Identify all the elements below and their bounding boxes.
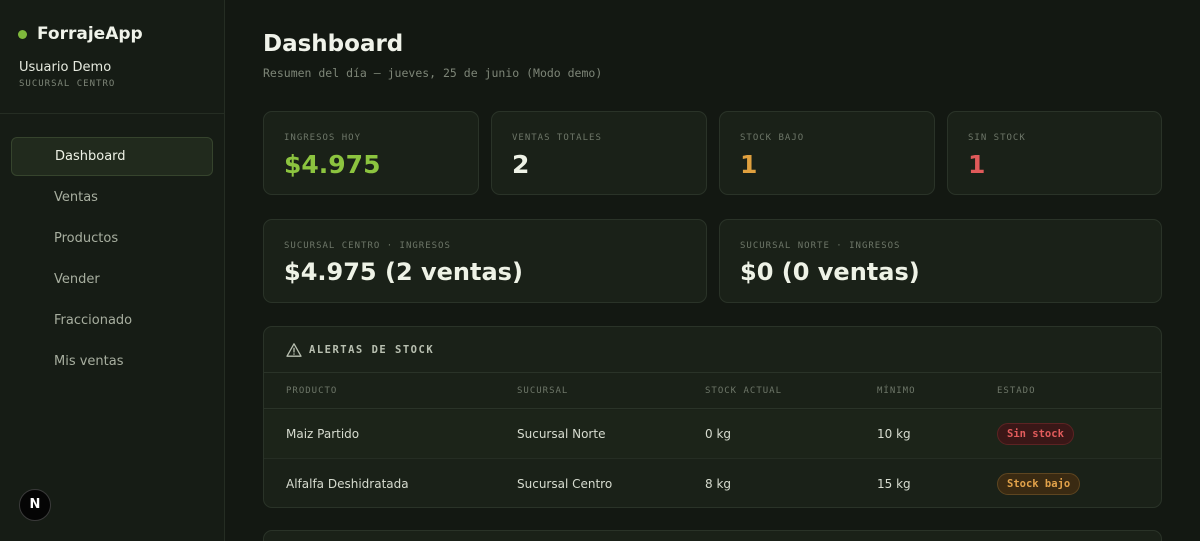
column-header-stock-actual: STOCK ACTUAL <box>705 386 783 396</box>
brand[interactable]: ForrajeApp <box>18 24 143 44</box>
branch-label: SUCURSAL CENTRO · INGRESOS <box>284 241 451 251</box>
alerts-header: ALERTAS DE STOCK <box>264 327 1161 373</box>
cell-minimum: 15 kg <box>877 477 911 491</box>
cell-branch: Sucursal Centro <box>517 477 613 491</box>
branch-card-centro: SUCURSAL CENTRO · INGRESOS $4.975 (2 ven… <box>263 219 707 303</box>
sidebar-item-ventas[interactable]: Ventas <box>11 178 213 217</box>
sidebar-item-fraccionado[interactable]: Fraccionado <box>11 301 213 340</box>
sidebar-nav: Dashboard Ventas Productos Vender Fracci… <box>11 137 213 383</box>
cell-branch: Sucursal Norte <box>517 427 606 441</box>
status-badge: Sin stock <box>997 423 1074 445</box>
table-header: PRODUCTO SUCURSAL STOCK ACTUAL MÍNIMO ES… <box>264 373 1161 409</box>
branch-label: SUCURSAL NORTE · INGRESOS <box>740 241 901 251</box>
stat-card-ingresos: INGRESOS HOY $4.975 <box>263 111 479 195</box>
stat-label: SIN STOCK <box>968 133 1026 143</box>
cell-stock: 0 kg <box>705 427 732 441</box>
stat-value: $4.975 <box>284 150 381 179</box>
stat-label: VENTAS TOTALES <box>512 133 602 143</box>
branch-value: $0 (0 ventas) <box>740 258 920 286</box>
sidebar-item-dashboard[interactable]: Dashboard <box>11 137 213 176</box>
table-row: Alfalfa Deshidratada Sucursal Centro 8 k… <box>264 460 1161 507</box>
stat-card-sin-stock: SIN STOCK 1 <box>947 111 1162 195</box>
status-badge: Stock bajo <box>997 473 1081 495</box>
column-header-sucursal: SUCURSAL <box>517 386 569 396</box>
stat-value: 1 <box>740 150 758 179</box>
cell-minimum: 10 kg <box>877 427 911 441</box>
stat-label: INGRESOS HOY <box>284 133 362 143</box>
alerts-title: ALERTAS DE STOCK <box>309 344 435 356</box>
sidebar-divider <box>0 113 225 114</box>
cell-product: Alfalfa Deshidratada <box>286 477 409 491</box>
page-title: Dashboard <box>263 31 404 57</box>
stat-card-stock-bajo: STOCK BAJO 1 <box>719 111 935 195</box>
sidebar-item-productos[interactable]: Productos <box>11 219 213 258</box>
sidebar-item-mis-ventas[interactable]: Mis ventas <box>11 342 213 381</box>
stat-value: 1 <box>968 150 986 179</box>
stat-label: STOCK BAJO <box>740 133 805 143</box>
branch-card-norte: SUCURSAL NORTE · INGRESOS $0 (0 ventas) <box>719 219 1162 303</box>
stock-alerts-panel: ALERTAS DE STOCK PRODUCTO SUCURSAL STOCK… <box>263 326 1162 508</box>
branch-value: $4.975 (2 ventas) <box>284 258 523 286</box>
column-header-estado: ESTADO <box>997 386 1036 396</box>
table-row: Maiz Partido Sucursal Norte 0 kg 10 kg S… <box>264 410 1161 459</box>
brand-dot-icon <box>18 29 27 39</box>
sidebar: ForrajeApp Usuario Demo SUCURSAL CENTRO … <box>0 0 225 541</box>
user-name: Usuario Demo <box>19 60 112 75</box>
next-logo-icon[interactable]: N <box>19 489 51 521</box>
column-header-producto: PRODUCTO <box>286 386 338 396</box>
sidebar-item-vender[interactable]: Vender <box>11 260 213 299</box>
stat-value: 2 <box>512 150 530 179</box>
warning-icon <box>286 343 302 357</box>
next-panel <box>263 530 1162 541</box>
cell-product: Maiz Partido <box>286 427 360 441</box>
page-subtitle: Resumen del día — jueves, 25 de junio (M… <box>263 66 603 80</box>
stat-card-ventas: VENTAS TOTALES 2 <box>491 111 707 195</box>
app-name: ForrajeApp <box>37 24 143 44</box>
column-header-minimo: MÍNIMO <box>877 386 916 396</box>
cell-stock: 8 kg <box>705 477 732 491</box>
user-branch: SUCURSAL CENTRO <box>19 79 116 89</box>
